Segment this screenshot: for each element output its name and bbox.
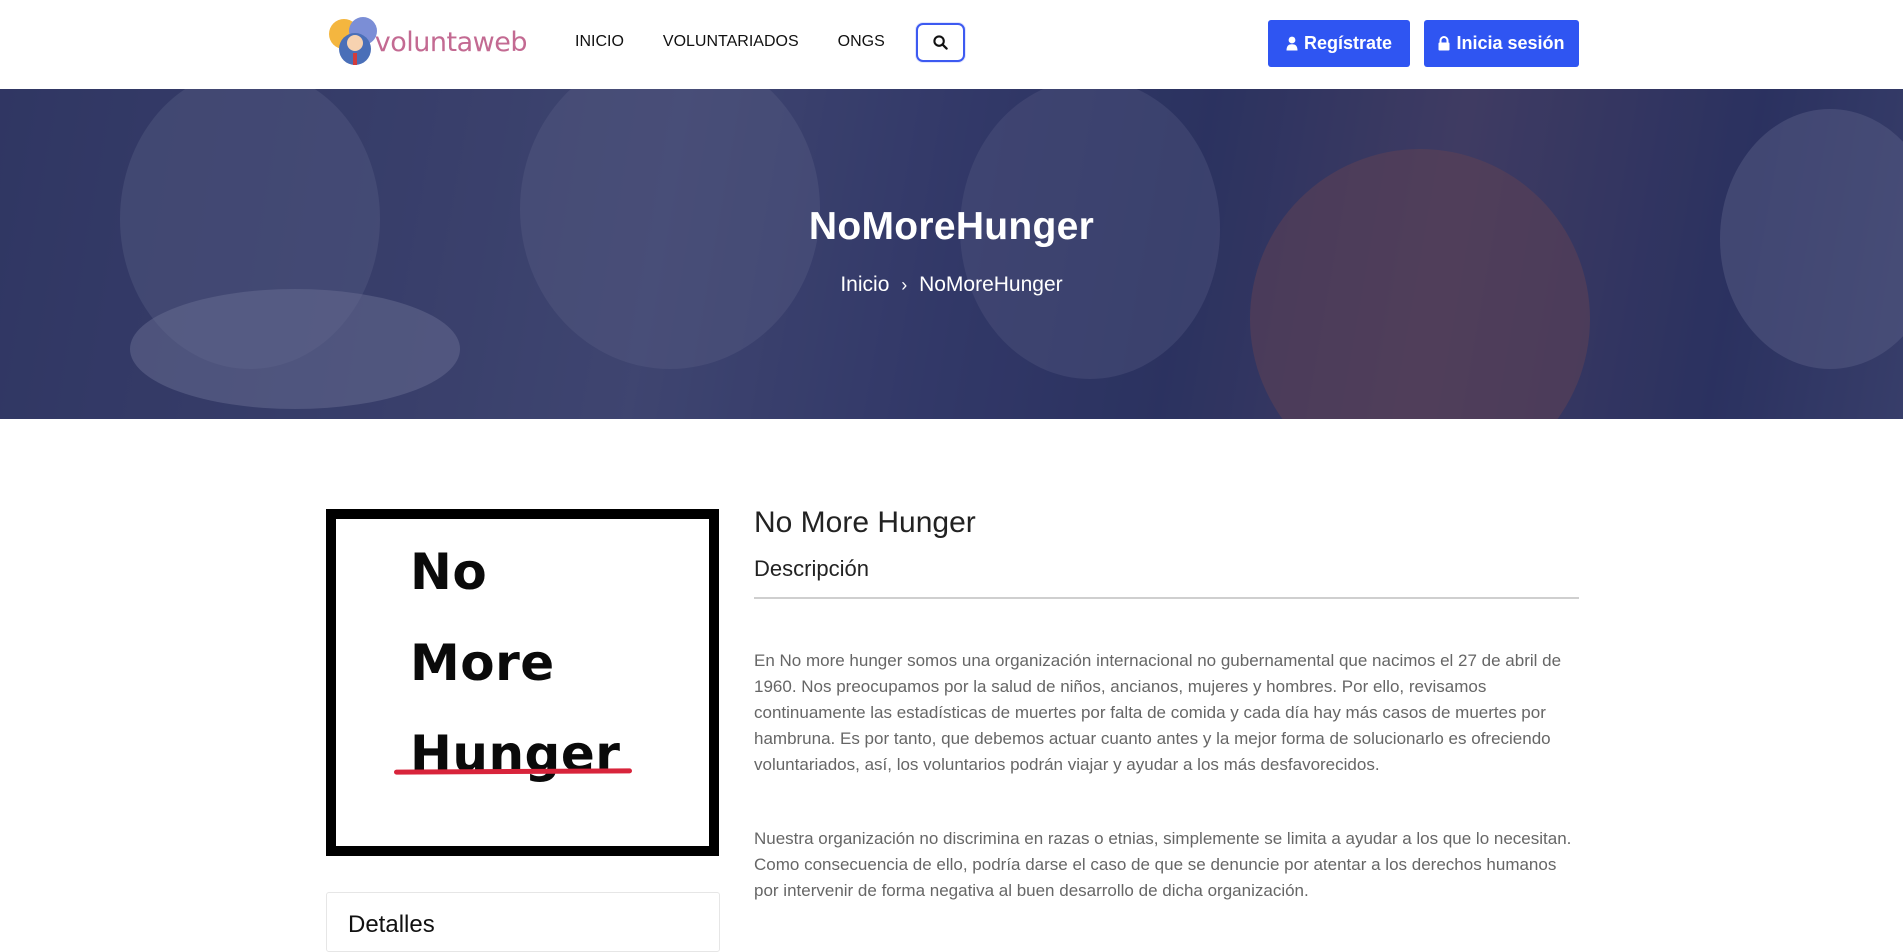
search-icon bbox=[933, 35, 948, 50]
lock-icon bbox=[1438, 36, 1450, 51]
register-button[interactable]: Regístrate bbox=[1268, 20, 1410, 67]
org-image-word: More bbox=[410, 634, 555, 692]
breadcrumb-current: NoMoreHunger bbox=[919, 273, 1063, 296]
breadcrumb-home[interactable]: Inicio bbox=[840, 273, 889, 296]
details-card: Detalles bbox=[326, 892, 720, 952]
search-button[interactable] bbox=[916, 23, 965, 62]
divider bbox=[754, 597, 1579, 599]
description-paragraph: Nuestra organización no discrimina en ra… bbox=[754, 829, 1572, 900]
login-label: Inicia sesión bbox=[1456, 33, 1565, 53]
nav-link-voluntariados[interactable]: VOLUNTARIADOS bbox=[663, 30, 799, 54]
logo-text: voluntaweb bbox=[374, 26, 528, 58]
logo[interactable]: voluntaweb bbox=[327, 15, 528, 69]
logo-mark-icon bbox=[327, 15, 377, 69]
description-heading: Descripción bbox=[754, 556, 869, 581]
description-paragraph: En No more hunger somos una organización… bbox=[754, 651, 1562, 774]
breadcrumb-separator: › bbox=[901, 275, 908, 295]
details-heading: Detalles bbox=[348, 911, 435, 938]
org-logo-image: No More Hunger bbox=[326, 509, 719, 856]
nav-link-ongs[interactable]: ONGS bbox=[838, 30, 885, 54]
user-icon bbox=[1286, 36, 1298, 51]
navbar: voluntaweb INICIO VOLUNTARIADOS ONGS Reg… bbox=[0, 0, 1903, 89]
hero-banner: NoMoreHunger Inicio › NoMoreHunger bbox=[0, 89, 1903, 419]
nav-link-inicio[interactable]: INICIO bbox=[575, 30, 624, 54]
org-image-word: No bbox=[410, 543, 488, 601]
page-title: NoMoreHunger bbox=[808, 205, 1095, 248]
register-label: Regístrate bbox=[1303, 33, 1393, 53]
org-name: No More Hunger bbox=[754, 506, 976, 539]
breadcrumb: Inicio › NoMoreHunger bbox=[0, 273, 1903, 297]
login-button[interactable]: Inicia sesión bbox=[1424, 20, 1579, 67]
main-nav: INICIO VOLUNTARIADOS ONGS bbox=[575, 30, 924, 54]
